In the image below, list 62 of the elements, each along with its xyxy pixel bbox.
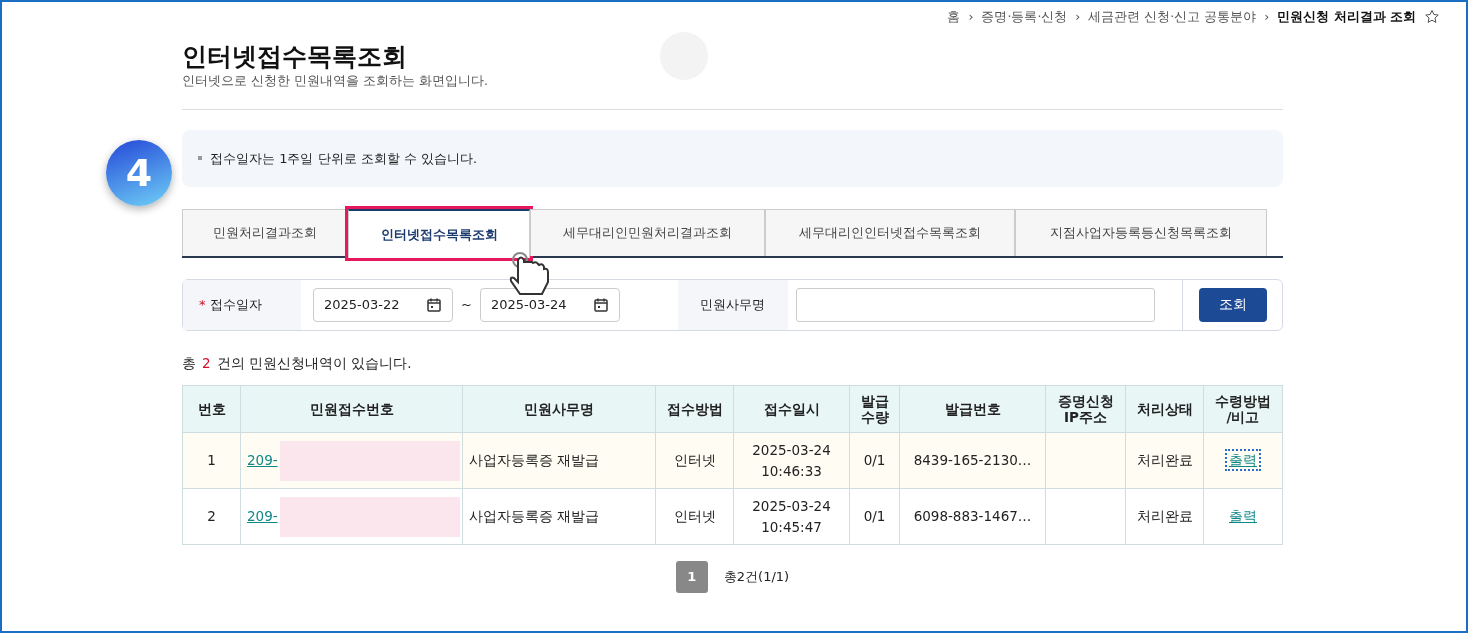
column-header: 발급 수량 xyxy=(849,385,900,433)
star-icon[interactable] xyxy=(1424,9,1440,26)
column-header: 증명신청 IP주소 xyxy=(1045,385,1126,433)
receipt-link[interactable]: 209- xyxy=(247,451,278,468)
bullet-icon xyxy=(198,156,202,161)
step-badge: 4 xyxy=(106,140,172,206)
table-cell: 인터넷 xyxy=(655,432,734,489)
column-header: 발급번호 xyxy=(899,385,1046,433)
calendar-icon[interactable] xyxy=(592,296,609,313)
column-header: 민원접수번호 xyxy=(240,385,463,433)
table-cell-text: 10:45:47 xyxy=(760,517,823,537)
column-header: 수령방법 /비고 xyxy=(1203,385,1283,433)
summary-text: 건의 민원신청내역이 있습니다. xyxy=(216,354,412,371)
tab[interactable]: 인터넷접수목록조회 xyxy=(348,208,530,258)
table-cell: 1 xyxy=(182,432,241,489)
summary-text: 총 xyxy=(182,354,196,371)
table-cell: 처리완료 xyxy=(1125,488,1204,545)
table-cell: 0/1 xyxy=(849,488,900,545)
separator-icon: › xyxy=(968,8,974,27)
required-mark: * xyxy=(199,297,206,312)
table-cell-text: 10:46:33 xyxy=(760,461,823,481)
page-button[interactable]: 1 xyxy=(675,561,708,593)
breadcrumb-link[interactable]: 민원신청 처리결과 조회 xyxy=(1277,8,1416,27)
print-link[interactable]: 출력 xyxy=(1227,451,1259,470)
print-link[interactable]: 출력 xyxy=(1229,508,1257,525)
column-header: 번호 xyxy=(182,385,241,433)
notice-text: 접수일자는 1주일 단위로 조회할 수 있습니다. xyxy=(210,149,478,168)
field-label: 민원사무명 xyxy=(700,296,766,314)
table-cell-text: 2025-03-24 xyxy=(751,440,832,460)
table-cell-text: 2025-03-24 xyxy=(751,496,832,516)
field-label: * 접수일자 xyxy=(199,296,262,314)
table-cell: 6098-883-1467… xyxy=(899,488,1046,545)
table-cell: 사업자등록증 재발급 xyxy=(462,432,656,489)
calendar-icon[interactable] xyxy=(426,296,442,313)
tab[interactable]: 지점사업자등록등신청목록조회 xyxy=(1015,208,1267,256)
page-subtitle: 인터넷으로 신청한 민원내역을 조회하는 화면입니다. xyxy=(182,72,488,90)
search-button[interactable]: 조회 xyxy=(1198,287,1267,322)
breadcrumb-link[interactable]: 증명·등록·신청 xyxy=(981,8,1068,27)
table-cell: 사업자등록증 재발급 xyxy=(462,488,656,545)
receipt-link[interactable]: 209- xyxy=(247,507,278,524)
table-cell: 인터넷 xyxy=(655,488,734,545)
count-text: 2 xyxy=(202,354,211,371)
tab[interactable]: 세무대리인민원처리결과조회 xyxy=(530,208,765,256)
input-field[interactable] xyxy=(795,287,1155,322)
separator-icon: › xyxy=(1075,8,1081,27)
column-header: 접수방법 xyxy=(655,385,734,433)
page-total: 총2건(1/1) xyxy=(723,568,790,587)
column-header: 접수일시 xyxy=(733,385,850,433)
table-cell: 8439-165-2130… xyxy=(899,432,1046,489)
range-separator: ~ xyxy=(461,296,472,314)
breadcrumb-link[interactable]: 세금관련 신청·신고 공통분야 xyxy=(1088,8,1257,27)
separator-icon: › xyxy=(1264,8,1270,27)
breadcrumb-link[interactable]: 홈 xyxy=(947,8,961,27)
table-cell: 0/1 xyxy=(849,432,900,489)
date-field[interactable]: 2025-03-22 xyxy=(313,287,453,322)
page-title: 인터넷접수목록조회 xyxy=(182,42,407,72)
table-cell: 2 xyxy=(182,488,241,545)
tab[interactable]: 세무대리인인터넷접수목록조회 xyxy=(765,208,1015,256)
column-header: 민원사무명 xyxy=(462,385,656,433)
table-cell: 처리완료 xyxy=(1125,432,1204,489)
tab[interactable]: 민원처리결과조회 xyxy=(182,208,348,256)
column-header: 처리상태 xyxy=(1125,385,1204,433)
